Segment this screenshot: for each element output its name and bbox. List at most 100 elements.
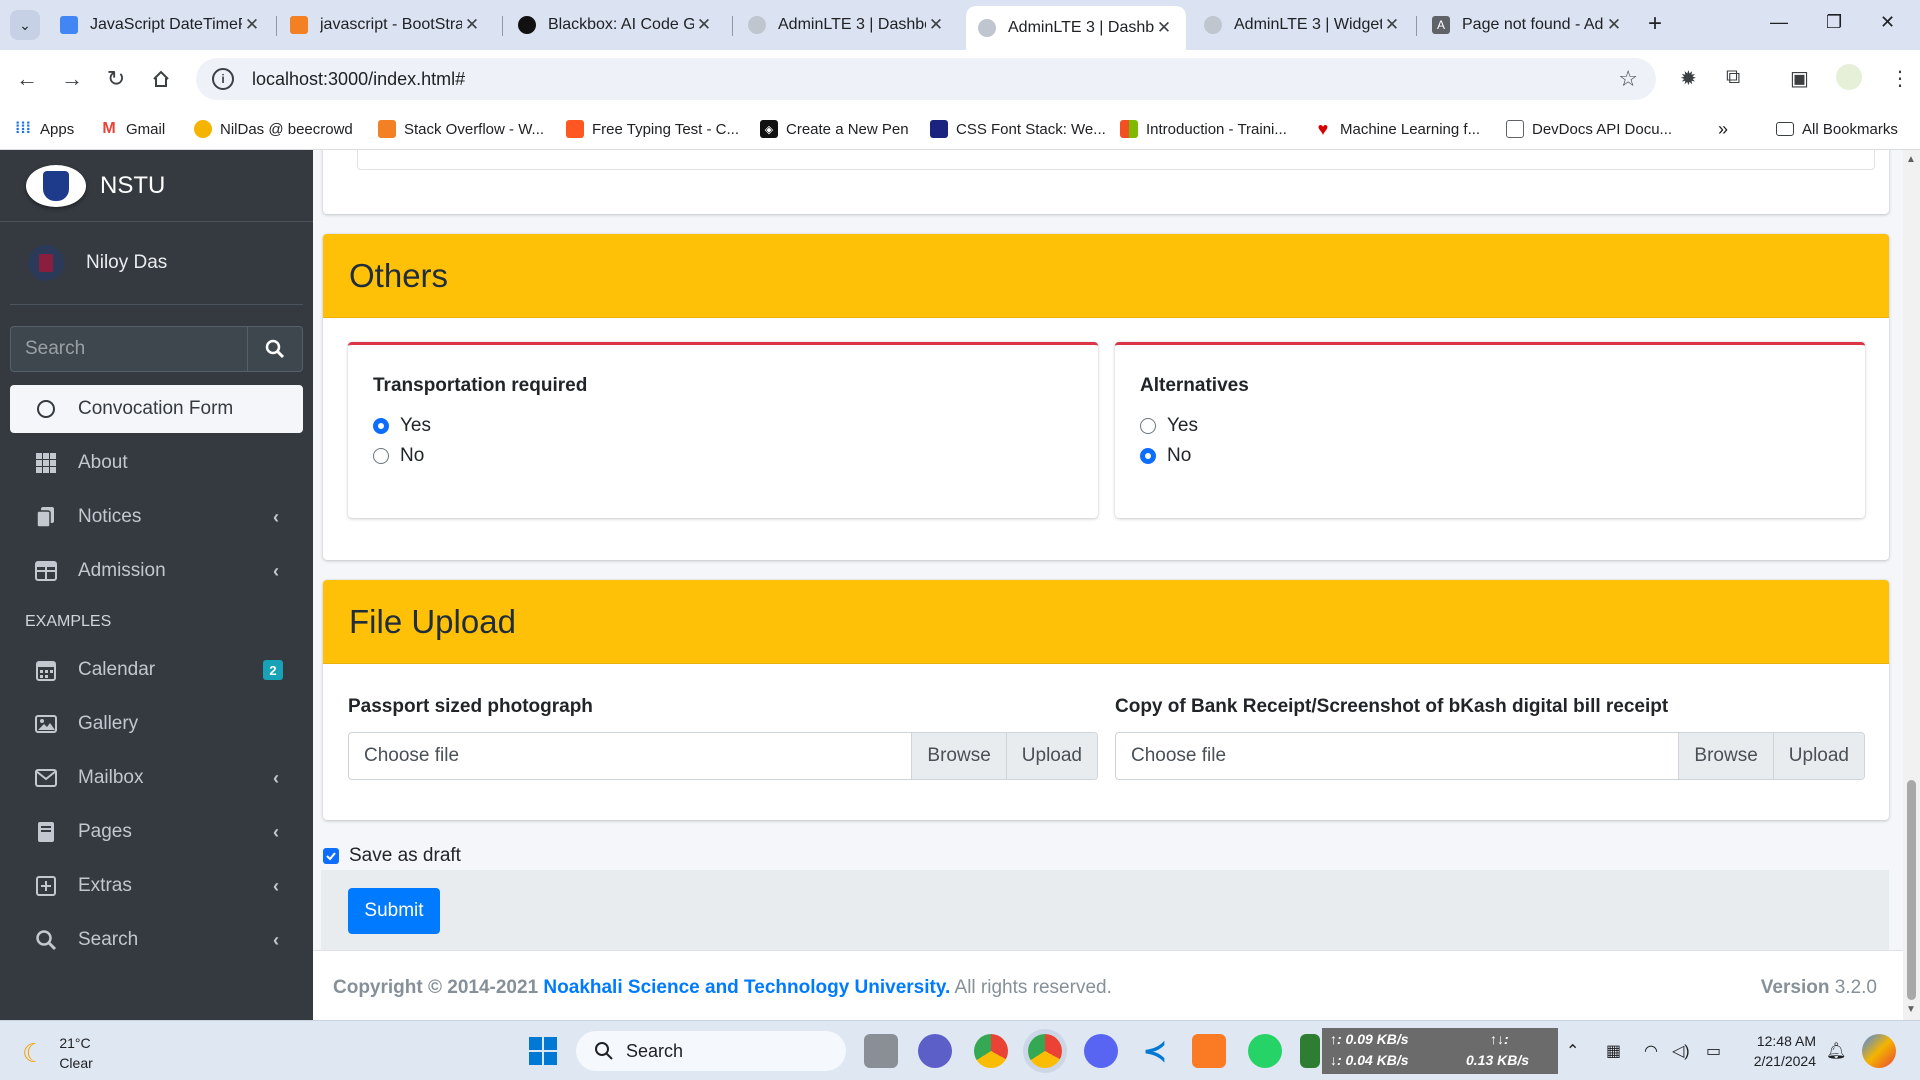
windows-start-icon[interactable] bbox=[526, 1034, 560, 1068]
radio-checked-icon[interactable] bbox=[1140, 448, 1156, 464]
bookmark-gmail[interactable]: M Gmail bbox=[100, 118, 165, 140]
extension-bug-icon[interactable]: ✹ bbox=[1680, 66, 1697, 91]
browser-tab[interactable]: AdminLTE 3 | Dashbo ✕ bbox=[736, 8, 958, 42]
kebab-menu-icon[interactable]: ⋮ bbox=[1890, 66, 1910, 91]
forward-arrow-icon[interactable]: → bbox=[57, 64, 87, 94]
copilot-icon[interactable] bbox=[1862, 1034, 1896, 1068]
task-view-icon[interactable] bbox=[864, 1034, 898, 1068]
user-name[interactable]: Niloy Das bbox=[86, 252, 167, 274]
chevron-up-icon[interactable]: ⌃ bbox=[1566, 1041, 1579, 1061]
sidebar-item-extras[interactable]: Extras ‹ bbox=[10, 862, 303, 910]
sidebar-search-button[interactable] bbox=[247, 326, 303, 372]
browser-tab[interactable]: Blackbox: AI Code Ge ✕ bbox=[506, 8, 726, 42]
meet-icon[interactable] bbox=[918, 1034, 952, 1068]
tray-app-icon[interactable]: ▦ bbox=[1606, 1041, 1621, 1061]
receipt-file-name[interactable]: Choose file bbox=[1116, 733, 1678, 779]
extensions-puzzle-icon[interactable]: ⧉ bbox=[1726, 66, 1740, 89]
close-tab-icon[interactable]: ✕ bbox=[1604, 15, 1624, 35]
university-link[interactable]: Noakhali Science and Technology Universi… bbox=[543, 977, 950, 998]
taskbar-search[interactable]: Search bbox=[576, 1031, 846, 1071]
bookmark-stackoverflow[interactable]: Stack Overflow - W... bbox=[378, 118, 544, 140]
close-tab-icon[interactable]: ✕ bbox=[1382, 15, 1402, 35]
radio-unchecked-icon[interactable] bbox=[373, 448, 389, 464]
user-panel[interactable]: Niloy Das bbox=[10, 222, 303, 305]
scrollbar-thumb[interactable] bbox=[1907, 780, 1916, 1000]
xampp-icon[interactable] bbox=[1192, 1034, 1226, 1068]
radio-checked-icon[interactable] bbox=[373, 418, 389, 434]
battery-icon[interactable]: ▭ bbox=[1706, 1041, 1721, 1061]
sidebar-item-pages[interactable]: Pages ‹ bbox=[10, 808, 303, 856]
url-text[interactable]: localhost:3000/index.html# bbox=[252, 69, 465, 90]
restore-icon[interactable]: ❐ bbox=[1826, 12, 1842, 33]
side-panel-icon[interactable]: ▣ bbox=[1790, 66, 1809, 91]
brand-link[interactable]: NSTU bbox=[0, 150, 313, 222]
system-clock[interactable]: 12:48 AM 2/21/2024 bbox=[1744, 1031, 1816, 1071]
alternatives-yes-radio[interactable]: Yes bbox=[1140, 415, 1198, 437]
transportation-yes-radio[interactable]: Yes bbox=[373, 415, 431, 437]
photo-file-name[interactable]: Choose file bbox=[349, 733, 911, 779]
discord-icon[interactable] bbox=[1084, 1034, 1118, 1068]
all-bookmarks[interactable]: All Bookmarks bbox=[1776, 118, 1898, 140]
checkbox-checked-icon[interactable] bbox=[323, 848, 339, 864]
radio-unchecked-icon[interactable] bbox=[1140, 418, 1156, 434]
scroll-up-arrow-icon[interactable]: ▲ bbox=[1906, 154, 1916, 165]
bookmark-microsoft[interactable]: Introduction - Traini... bbox=[1120, 118, 1287, 140]
receipt-file-input[interactable]: Choose file Browse Upload bbox=[1115, 732, 1865, 780]
weather-widget[interactable]: ☾ 21°C Clear bbox=[22, 1033, 93, 1073]
bookmark-devdocs[interactable]: DevDocs API Docu... bbox=[1506, 118, 1672, 140]
more-bookmarks-icon[interactable]: » bbox=[1718, 118, 1728, 140]
close-tab-icon[interactable]: ✕ bbox=[926, 15, 946, 35]
scroll-down-arrow-icon[interactable]: ▼ bbox=[1906, 1004, 1916, 1015]
minimize-icon[interactable]: — bbox=[1770, 12, 1788, 33]
home-icon[interactable] bbox=[146, 64, 176, 94]
browser-tab[interactable]: javascript - BootStrap ✕ bbox=[278, 8, 494, 42]
sidebar-item-about[interactable]: About bbox=[10, 439, 303, 487]
page-scrollbar[interactable]: ▲ ▼ bbox=[1903, 150, 1920, 1020]
bookmark-typing[interactable]: Free Typing Test - C... bbox=[566, 118, 739, 140]
bookmark-beecrowd[interactable]: NilDas @ beecrowd bbox=[194, 118, 353, 140]
photo-file-input[interactable]: Choose file Browse Upload bbox=[348, 732, 1098, 780]
receipt-browse-button[interactable]: Browse bbox=[1678, 733, 1773, 779]
sidebar-item-convocation-form[interactable]: Convocation Form bbox=[10, 385, 303, 433]
close-window-icon[interactable]: ✕ bbox=[1880, 12, 1895, 33]
back-arrow-icon[interactable]: ← bbox=[12, 64, 42, 94]
close-tab-icon[interactable]: ✕ bbox=[462, 15, 482, 35]
spreadsheet-icon[interactable] bbox=[1300, 1034, 1320, 1068]
whatsapp-icon[interactable] bbox=[1248, 1034, 1282, 1068]
address-bar[interactable]: i localhost:3000/index.html# ☆ bbox=[196, 58, 1656, 100]
bookmark-apps[interactable]: ⁞⁞⁞ Apps bbox=[14, 118, 74, 140]
submit-button[interactable]: Submit bbox=[348, 888, 440, 934]
close-tab-icon[interactable]: ✕ bbox=[242, 15, 262, 35]
save-as-draft-checkbox[interactable]: Save as draft bbox=[323, 845, 461, 867]
notification-bell-icon[interactable]: 🔔︎ bbox=[1826, 1041, 1846, 1061]
sidebar-item-search[interactable]: Search ‹ bbox=[10, 916, 303, 964]
sidebar-item-gallery[interactable]: Gallery bbox=[10, 700, 303, 748]
chrome-icon[interactable] bbox=[974, 1034, 1008, 1068]
photo-upload-button[interactable]: Upload bbox=[1005, 733, 1097, 779]
bookmark-cssfontstack[interactable]: CSS Font Stack: We... bbox=[930, 118, 1106, 140]
bookmark-codepen[interactable]: ◈ Create a New Pen bbox=[760, 118, 909, 140]
close-tab-icon[interactable]: ✕ bbox=[1154, 18, 1174, 38]
close-tab-icon[interactable]: ✕ bbox=[694, 15, 714, 35]
sidebar-search-input[interactable]: Search bbox=[10, 326, 247, 372]
sidebar-item-admission[interactable]: Admission ‹ bbox=[10, 547, 303, 595]
transportation-no-radio[interactable]: No bbox=[373, 445, 424, 467]
tab-search-button[interactable]: ⌄ bbox=[10, 10, 40, 40]
site-info-icon[interactable]: i bbox=[212, 68, 234, 90]
sidebar-item-mailbox[interactable]: Mailbox ‹ bbox=[10, 754, 303, 802]
reload-icon[interactable]: ↻ bbox=[101, 64, 131, 94]
vscode-icon[interactable]: ≺ bbox=[1138, 1034, 1172, 1068]
browser-tab[interactable]: A Page not found - Ad ✕ bbox=[1420, 8, 1636, 42]
bookmark-ml[interactable]: ♥ Machine Learning f... bbox=[1314, 118, 1480, 140]
browser-tab[interactable]: AdminLTE 3 | Widget ✕ bbox=[1192, 8, 1414, 42]
sidebar-item-calendar[interactable]: Calendar 2 bbox=[10, 646, 303, 694]
sidebar-item-notices[interactable]: Notices ‹ bbox=[10, 493, 303, 541]
volume-icon[interactable]: ◁) bbox=[1672, 1041, 1690, 1061]
profile-avatar[interactable] bbox=[1836, 64, 1862, 90]
browser-tab-active[interactable]: AdminLTE 3 | Dashbo ✕ bbox=[966, 6, 1186, 50]
photo-browse-button[interactable]: Browse bbox=[911, 733, 1006, 779]
new-tab-button[interactable]: + bbox=[1648, 10, 1662, 38]
bookmark-star-icon[interactable]: ☆ bbox=[1618, 66, 1638, 92]
browser-tab[interactable]: JavaScript DateTimeP ✕ bbox=[48, 8, 274, 42]
alternatives-no-radio[interactable]: No bbox=[1140, 445, 1191, 467]
